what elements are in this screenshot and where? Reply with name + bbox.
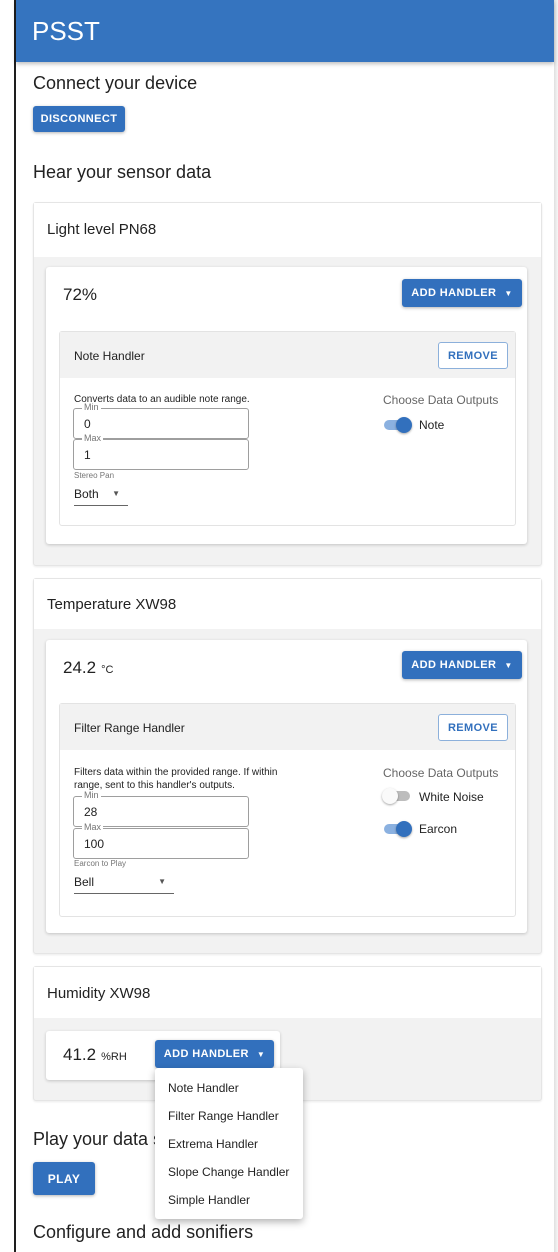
sensor-panel: 72% ADD HANDLER ▼ Note Handler REMOVE Co… <box>46 267 527 544</box>
earcon-toggle-label: Earcon <box>419 822 458 836</box>
add-handler-button[interactable]: ADD HANDLER ▼ <box>155 1040 274 1068</box>
note-handler: Note Handler REMOVE Converts data to an … <box>59 331 516 526</box>
handler-header: Note Handler REMOVE <box>60 332 515 378</box>
max-value: 1 <box>84 448 91 462</box>
play-button[interactable]: PLAY <box>33 1162 95 1195</box>
sensor-card-header: Light level PN68 <box>34 203 541 257</box>
sensor-value-number: 24.2 <box>63 658 97 677</box>
stereo-pan-select[interactable]: Both ▼ <box>74 487 128 506</box>
sensor-value: 72% <box>63 285 97 305</box>
stereo-pan-label: Stereo Pan <box>74 471 115 480</box>
app-bar: PSST <box>16 0 554 62</box>
handler-title: Note Handler <box>74 349 145 363</box>
app-title: PSST <box>32 16 100 46</box>
sensor-panel: 24.2 °C ADD HANDLER ▼ Filter Range Handle… <box>46 640 527 933</box>
min-value: 28 <box>84 805 98 819</box>
menu-item-note-handler[interactable]: Note Handler <box>155 1074 303 1102</box>
connect-heading: Connect your device <box>33 73 198 93</box>
sensors-heading: Hear your sensor data <box>33 162 212 182</box>
max-label: Max <box>82 433 104 443</box>
max-value: 100 <box>84 837 105 851</box>
sensor-card-light: Light level PN68 72% ADD HANDLER ▼ Note … <box>33 202 542 566</box>
remove-button[interactable]: REMOVE <box>438 342 508 369</box>
earcon-toggle[interactable] <box>382 821 412 837</box>
sensor-name: Humidity XW98 <box>47 985 151 1002</box>
caret-down-icon: ▼ <box>504 660 513 670</box>
outputs-title: Choose Data Outputs <box>383 393 499 407</box>
left-border <box>14 0 16 1252</box>
sensor-unit: °C <box>101 664 114 676</box>
sensor-value: 24.2 °C <box>63 658 113 678</box>
handler-title: Filter Range Handler <box>74 721 185 735</box>
sensor-name: Temperature XW98 <box>47 596 177 613</box>
sensor-value-number: 72% <box>63 285 98 304</box>
earcon-select[interactable]: Bell ▼ <box>74 875 174 894</box>
note-toggle[interactable] <box>382 417 412 433</box>
handler-header: Filter Range Handler REMOVE <box>60 704 515 750</box>
play-heading: Play your data s <box>33 1129 163 1149</box>
stereo-pan-value: Both <box>74 487 99 501</box>
menu-item-filter-range-handler[interactable]: Filter Range Handler <box>155 1102 303 1130</box>
add-handler-menu: Note Handler Filter Range Handler Extrem… <box>155 1068 303 1219</box>
outputs-title: Choose Data Outputs <box>383 766 499 780</box>
handler-description: Converts data to an audible note range. <box>74 394 250 405</box>
chevron-down-icon: ▼ <box>158 877 166 886</box>
toggle-thumb <box>396 417 412 433</box>
disconnect-button[interactable]: DISCONNECT <box>33 106 125 132</box>
max-label: Max <box>82 822 104 832</box>
menu-item-extrema-handler[interactable]: Extrema Handler <box>155 1130 303 1158</box>
remove-button[interactable]: REMOVE <box>438 714 508 741</box>
min-label: Min <box>82 790 101 800</box>
sensor-unit: %RH <box>101 1051 127 1063</box>
filter-range-handler: Filter Range Handler REMOVE Filters data… <box>59 703 516 917</box>
menu-item-slope-change-handler[interactable]: Slope Change Handler <box>155 1158 303 1186</box>
white-noise-label: White Noise <box>419 790 484 804</box>
earcon-label: Earcon to Play <box>74 859 127 868</box>
sensor-value: 41.2 %RH <box>63 1045 127 1065</box>
caret-down-icon: ▼ <box>504 288 513 298</box>
scroll-shadow <box>554 0 558 1252</box>
sensor-value-number: 41.2 <box>63 1045 97 1064</box>
add-handler-button[interactable]: ADD HANDLER ▼ <box>402 279 522 307</box>
max-field[interactable]: Max 100 <box>73 822 249 859</box>
min-value: 0 <box>84 417 91 431</box>
add-handler-label: ADD HANDLER <box>411 659 497 671</box>
white-noise-toggle[interactable] <box>382 788 412 804</box>
configure-heading: Configure and add sonifiers <box>33 1222 254 1242</box>
add-handler-button[interactable]: ADD HANDLER ▼ <box>402 651 522 679</box>
sensor-card-header: Humidity XW98 <box>34 967 541 1018</box>
caret-down-icon: ▼ <box>256 1049 266 1059</box>
sensor-card-header: Temperature XW98 <box>34 579 541 629</box>
chevron-down-icon: ▼ <box>112 489 120 498</box>
toggle-thumb <box>382 788 398 804</box>
max-field[interactable]: Max 1 <box>73 433 249 470</box>
sensor-card-temperature: Temperature XW98 24.2 °C ADD HANDLER ▼ Fi… <box>33 578 542 954</box>
toggle-thumb <box>396 821 412 837</box>
earcon-value: Bell <box>74 875 95 889</box>
handler-description: Filters data within the provided range. … <box>74 767 278 791</box>
min-label: Min <box>82 402 101 412</box>
menu-item-simple-handler[interactable]: Simple Handler <box>155 1186 303 1214</box>
sensor-name: Light level PN68 <box>47 221 157 238</box>
note-toggle-label: Note <box>419 418 445 432</box>
add-handler-label: ADD HANDLER <box>163 1048 249 1060</box>
add-handler-label: ADD HANDLER <box>411 287 497 299</box>
